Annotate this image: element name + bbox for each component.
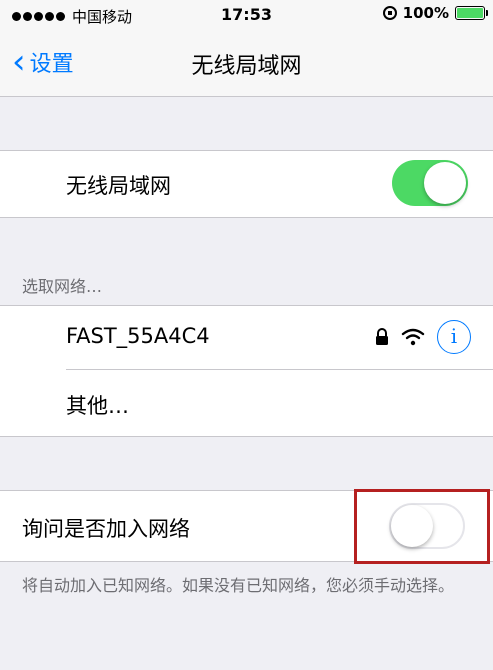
toggle-knob — [424, 162, 466, 204]
network-row[interactable]: FAST_55A4C4 i — [0, 306, 493, 370]
navigation-bar: ‹ 设置 无线局域网 — [0, 30, 493, 97]
battery-icon — [455, 6, 488, 20]
network-list: FAST_55A4C4 i 其他… — [0, 305, 493, 437]
info-icon[interactable]: i — [437, 320, 471, 354]
rotation-lock-icon — [382, 6, 397, 20]
wifi-signal-icon — [401, 328, 425, 346]
battery-percent: 100% — [402, 4, 449, 22]
other-network-label: 其他… — [66, 394, 129, 418]
network-name: FAST_55A4C4 — [66, 324, 210, 348]
wifi-row: 无线局域网 — [0, 151, 493, 217]
page-title: 无线局域网 — [191, 54, 302, 79]
ask-to-join-label: 询问是否加入网络 — [22, 517, 190, 541]
wifi-label: 无线局域网 — [66, 174, 171, 198]
choose-network-header: 选取网络… — [22, 277, 103, 296]
status-bar: 中国移动 17:53 100% — [0, 0, 493, 30]
wifi-section: 无线局域网 — [0, 150, 493, 218]
highlight-box — [354, 489, 490, 564]
wifi-toggle[interactable] — [392, 160, 468, 206]
lock-icon — [376, 328, 388, 345]
other-network-row[interactable]: 其他… — [0, 370, 493, 434]
ask-to-join-footnote: 将自动加入已知网络。如果没有已知网络，您必须手动选择。 — [22, 576, 455, 595]
